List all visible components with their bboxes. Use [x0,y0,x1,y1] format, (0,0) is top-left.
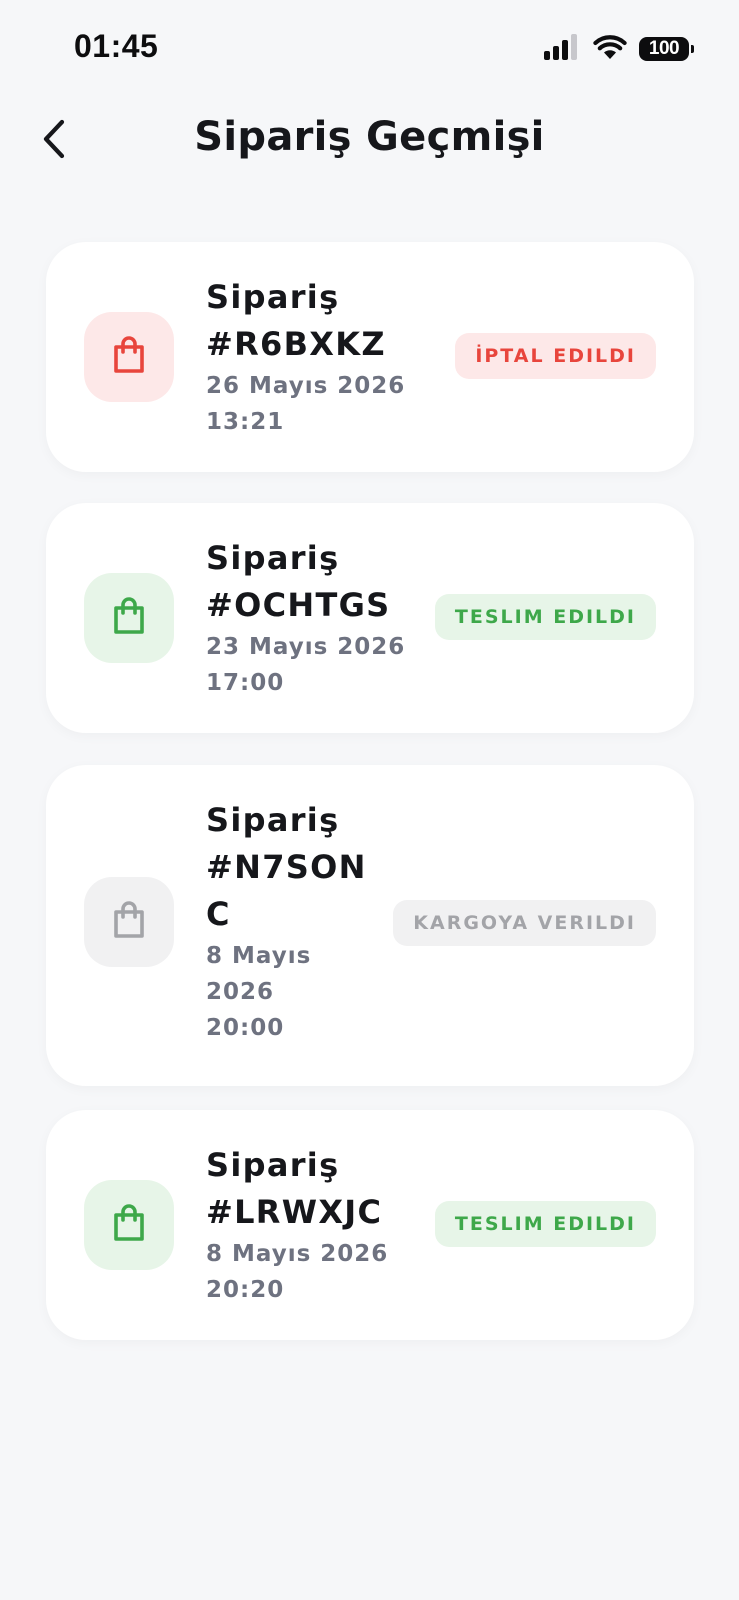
shopping-bag-icon [112,597,146,639]
order-title: Sipariş #N7SON C [206,801,367,933]
battery-icon: 100 [639,37,694,61]
order-card[interactable]: Sipariş #OCHTGS 23 Mayıs 2026 17:00 TESL… [46,503,694,733]
order-date: 26 Mayıs 2026 13:21 [206,373,406,435]
order-date: 23 Mayıs 2026 17:00 [206,634,406,696]
order-info: Sipariş #LRWXJC 8 Mayıs 2026 20:20 [206,1142,388,1308]
shopping-bag-icon [112,336,146,378]
header: Sipariş Geçmişi [0,100,739,190]
cellular-signal-icon [543,34,581,64]
order-card[interactable]: Sipariş #LRWXJC 8 Mayıs 2026 20:20 TESLI… [46,1110,694,1340]
order-title: Sipariş #LRWXJC [206,1146,383,1231]
status-time: 01:45 [74,28,159,64]
order-info: Sipariş #OCHTGS 23 Mayıs 2026 17:00 [206,535,405,701]
order-icon-container [84,877,174,967]
status-badge: TESLIM EDILDI [434,1201,656,1247]
order-icon-container [84,1180,174,1270]
wifi-icon [593,34,627,64]
order-date: 8 Mayıs 2026 20:20 [206,1241,389,1303]
order-icon-container [84,573,174,663]
order-card[interactable]: Sipariş #N7SON C 8 Mayıs 2026 20:00 KARG… [46,765,694,1086]
status-badge: İPTAL EDILDI [455,333,656,379]
status-badge: KARGOYA VERILDI [393,900,656,946]
battery-level: 100 [648,38,680,59]
order-info: Sipariş #R6BXKZ 26 Mayıs 2026 13:21 [206,274,405,440]
status-bar: 01:45 100 [0,0,739,100]
order-title: Sipariş #R6BXKZ [206,278,386,363]
order-card[interactable]: Sipariş #R6BXKZ 26 Mayıs 2026 13:21 İPTA… [46,242,694,472]
page-title: Sipariş Geçmişi [194,114,545,160]
order-info: Sipariş #N7SON C 8 Mayıs 2026 20:00 [206,797,367,1046]
shopping-bag-icon [112,901,146,943]
order-icon-container [84,312,174,402]
order-date: 8 Mayıs 2026 20:00 [206,943,312,1041]
status-badge: TESLIM EDILDI [434,594,656,640]
shopping-bag-icon [112,1204,146,1246]
order-title: Sipariş #OCHTGS [206,539,391,624]
status-indicators: 100 [543,34,694,64]
